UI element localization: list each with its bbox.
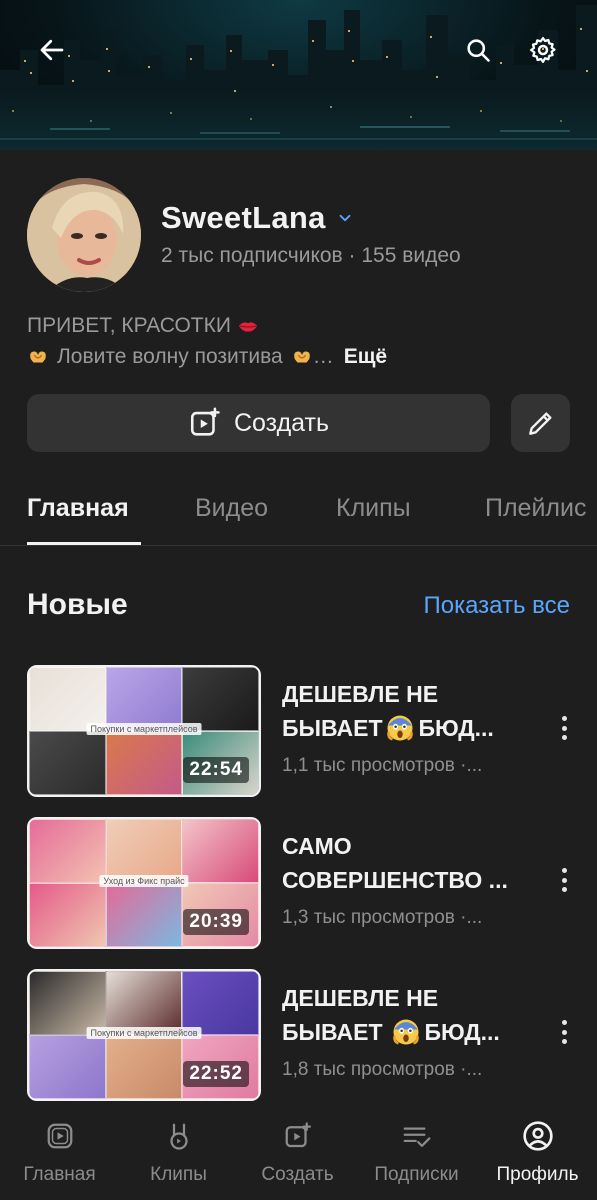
nav-create-label: Создать [261, 1164, 334, 1185]
heart-hands-emoji-icon [27, 346, 49, 368]
arrow-left-icon [40, 39, 64, 61]
scream-emoji-icon [391, 1017, 421, 1047]
subscriptions-icon [401, 1118, 433, 1154]
section-title: Новые [27, 588, 128, 621]
channel-tabs: Главная Видео Клипы Плейлис [0, 488, 597, 546]
channel-description[interactable]: ПРИВЕТ, КРАСОТКИ Ловите волну позитива …… [27, 310, 572, 372]
video-title-line-2-end: БЮД... [424, 1019, 500, 1045]
thumbnail-caption: Покупки с маркетплейсов [86, 1027, 202, 1039]
heart-hands-emoji-icon [291, 346, 313, 368]
more-options-icon[interactable] [553, 865, 575, 895]
channel-stats: 2 тыс подписчиков · 155 видео [161, 244, 461, 267]
nav-home-label: Главная [23, 1164, 96, 1185]
tab-clips[interactable]: Клипы [336, 494, 411, 523]
clips-icon [164, 1118, 194, 1154]
nav-home[interactable]: Главная [0, 1108, 119, 1200]
video-title: САМО СОВЕРШЕНСТВО ... [282, 829, 532, 897]
avatar-portrait [27, 178, 141, 292]
nav-create[interactable]: Создать [238, 1108, 357, 1200]
pencil-icon [528, 412, 552, 435]
profile-icon [522, 1118, 554, 1154]
channel-name-row[interactable]: SweetLana [161, 200, 354, 236]
video-thumbnail[interactable]: Покупки с маркетплейсов 22:52 [27, 969, 261, 1101]
create-button-label: Создать [233, 408, 329, 437]
search-icon [467, 39, 490, 62]
nav-profile[interactable]: Профиль [478, 1108, 597, 1200]
nav-clips[interactable]: Клипы [119, 1108, 238, 1200]
video-item[interactable]: Покупки с маркетплейсов 22:54 ДЕШЕВЛЕ НЕ… [0, 665, 597, 799]
more-link[interactable]: Ещё [344, 341, 387, 372]
video-item[interactable]: Покупки с маркетплейсов 22:52 ДЕШЕВЛЕ НЕ… [0, 969, 597, 1103]
video-title-line-2: БЫВАЕТ [282, 1019, 383, 1045]
bottom-navigation: Главная Клипы Создать Подписки Профиль [0, 1108, 597, 1200]
description-text-2: Ловите волну позитива [57, 345, 283, 368]
video-duration: 22:52 [183, 1061, 249, 1087]
nav-subscriptions-label: Подписки [374, 1164, 459, 1185]
video-duration: 20:39 [183, 909, 249, 935]
banner-glow [0, 90, 597, 150]
channel-avatar[interactable] [27, 178, 141, 292]
create-video-icon [190, 407, 220, 436]
thumbnail-caption: Уход из Фикс прайс [99, 875, 189, 887]
thumbnail-caption: Покупки с маркетплейсов [86, 723, 202, 735]
video-thumbnail[interactable]: Покупки с маркетплейсов 22:54 [27, 665, 261, 797]
video-duration: 22:54 [183, 757, 249, 783]
description-line-2: Ловите волну позитива … Ещё [27, 341, 572, 372]
more-options-icon[interactable] [553, 1017, 575, 1047]
video-views: 1,1 тыс просмотров ·... [282, 755, 483, 776]
channel-banner [0, 0, 597, 150]
video-title: ДЕШЕВЛЕ НЕ БЫВАЕТ БЮД... [282, 981, 532, 1049]
more-options-icon[interactable] [553, 713, 575, 743]
back-button[interactable] [26, 24, 78, 76]
tab-videos[interactable]: Видео [195, 494, 268, 523]
video-title-line-1: ДЕШЕВЛЕ НЕ [282, 681, 439, 707]
show-all-link[interactable]: Показать все [423, 592, 570, 620]
video-views: 1,8 тыс просмотров ·... [282, 1059, 483, 1080]
video-title-line-2: СОВЕРШЕНСТВО ... [282, 867, 508, 893]
description-ellipsis: … [312, 345, 334, 368]
chevron-down-icon [336, 209, 354, 227]
create-icon [283, 1118, 313, 1154]
video-title-line-2-end: БЮД... [418, 715, 494, 741]
video-title-line-1: ДЕШЕВЛЕ НЕ [282, 985, 439, 1011]
settings-button[interactable] [517, 24, 569, 76]
scream-emoji-icon [385, 713, 415, 743]
tab-playlists[interactable]: Плейлис [485, 494, 586, 523]
description-line-1: ПРИВЕТ, КРАСОТКИ [27, 310, 572, 341]
nav-profile-label: Профиль [496, 1164, 579, 1185]
video-thumbnail[interactable]: Уход из Фикс прайс 20:39 [27, 817, 261, 949]
nav-subscriptions[interactable]: Подписки [357, 1108, 476, 1200]
video-title-line-2: БЫВАЕТ [282, 715, 383, 741]
search-button[interactable] [452, 24, 504, 76]
channel-name: SweetLana [161, 200, 326, 235]
active-tab-indicator [27, 542, 141, 545]
home-play-icon [45, 1118, 75, 1154]
create-button[interactable]: Создать [27, 394, 490, 452]
video-views: 1,3 тыс просмотров ·... [282, 907, 483, 928]
nav-clips-label: Клипы [150, 1164, 207, 1185]
tab-home[interactable]: Главная [27, 494, 129, 523]
video-item[interactable]: Уход из Фикс прайс 20:39 САМО СОВЕРШЕНСТ… [0, 817, 597, 951]
description-text-1: ПРИВЕТ, КРАСОТКИ [27, 314, 231, 337]
gear-icon [530, 37, 556, 63]
video-title-line-1: САМО [282, 833, 352, 859]
video-title: ДЕШЕВЛЕ НЕ БЫВАЕТ БЮД... [282, 677, 532, 745]
lips-emoji-icon [237, 315, 259, 337]
edit-button[interactable] [511, 394, 570, 452]
